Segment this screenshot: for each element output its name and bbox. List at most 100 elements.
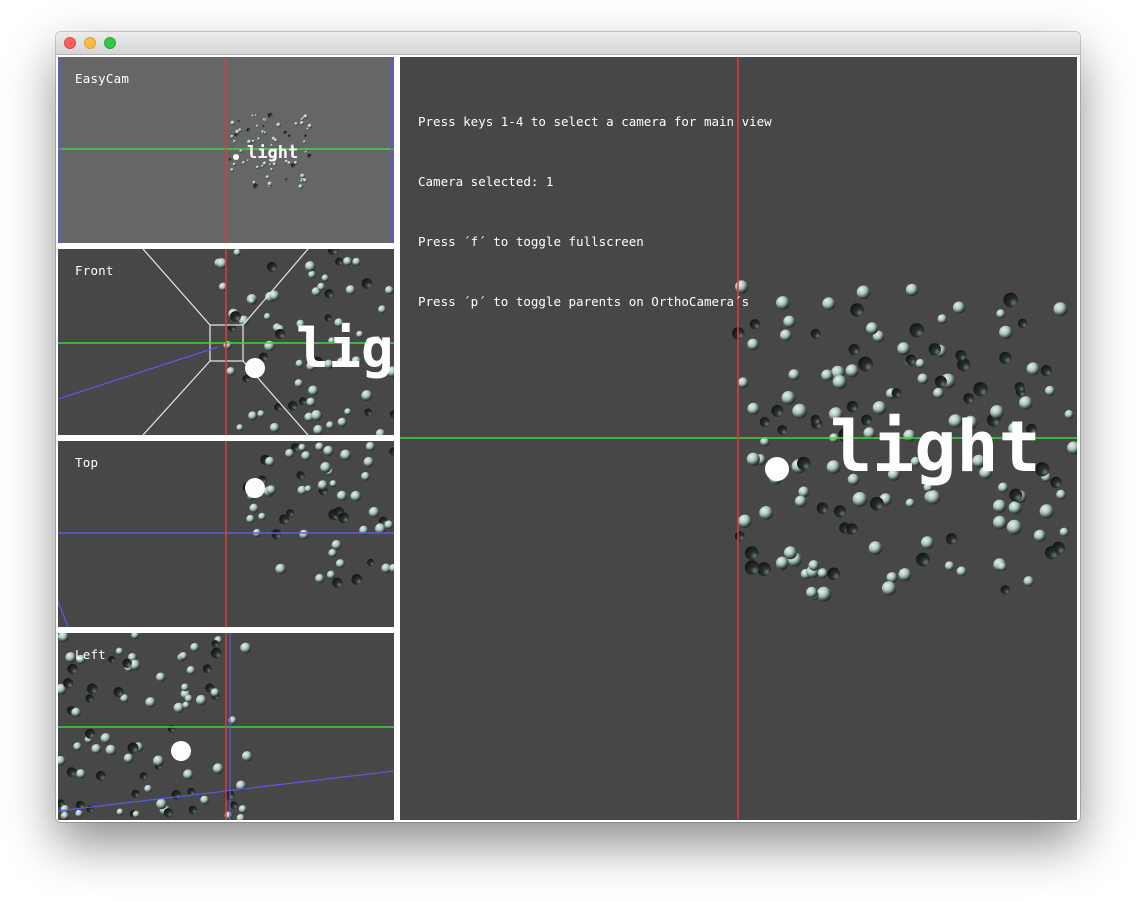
sphere	[131, 633, 140, 639]
sphere	[816, 502, 829, 514]
sphere	[303, 140, 306, 144]
sphere	[261, 130, 265, 134]
light-marker	[233, 154, 239, 160]
sphere	[285, 448, 295, 458]
sphere	[792, 403, 808, 419]
sphere	[328, 548, 337, 558]
sphere	[179, 652, 188, 661]
sphere	[378, 305, 387, 314]
sphere	[338, 512, 350, 524]
sphere	[236, 424, 244, 432]
sphere	[315, 442, 324, 451]
sphere	[326, 421, 334, 430]
sphere	[258, 512, 266, 521]
sphere	[921, 536, 934, 550]
sphere	[734, 531, 745, 541]
sphere	[999, 351, 1012, 364]
maximize-window-button[interactable]	[104, 37, 116, 49]
sphere	[344, 408, 352, 416]
sphere	[173, 702, 184, 713]
sphere	[345, 285, 356, 295]
sphere	[993, 499, 1007, 513]
main-viewport[interactable]: light Press keys 1-4 to select a camera …	[400, 57, 1077, 820]
sphere	[100, 733, 111, 744]
sphere	[275, 328, 286, 340]
sphere	[336, 490, 348, 501]
left-viewport[interactable]: Left	[58, 633, 394, 820]
sphere	[226, 367, 236, 376]
sphere	[944, 561, 955, 571]
sphere	[905, 283, 919, 297]
sphere	[323, 445, 334, 456]
sphere	[163, 808, 173, 818]
sphere	[123, 753, 134, 763]
sphere	[747, 402, 760, 415]
sphere	[265, 456, 275, 467]
sphere	[228, 158, 232, 161]
light-label: light	[247, 143, 298, 163]
sphere	[744, 546, 759, 560]
sphere	[233, 249, 241, 256]
title-bar[interactable]	[56, 32, 1080, 55]
sphere	[67, 663, 78, 675]
sphere	[822, 297, 836, 311]
sphere	[1000, 585, 1010, 595]
sphere	[320, 462, 331, 473]
sphere	[294, 122, 298, 126]
sphere	[324, 289, 334, 299]
sphere	[210, 688, 220, 697]
sphere	[776, 296, 790, 310]
light-label: light	[830, 406, 1041, 488]
sphere	[288, 134, 291, 138]
instructions-panel: Press keys 1-4 to select a camera for ma…	[418, 72, 772, 352]
sphere	[868, 541, 883, 555]
sphere	[845, 364, 859, 378]
light-marker	[765, 457, 789, 481]
sphere	[332, 577, 343, 588]
front-viewport[interactable]: light Front	[58, 249, 394, 435]
sphere	[95, 770, 106, 781]
easycam-viewport[interactable]: light EasyCam	[58, 57, 394, 243]
sphere	[139, 772, 148, 780]
sphere	[230, 134, 234, 139]
sphere	[321, 274, 329, 282]
sphere	[276, 122, 281, 128]
sphere	[63, 678, 74, 689]
sphere	[212, 763, 224, 774]
sphere	[350, 490, 362, 502]
sphere	[746, 452, 760, 466]
sphere	[236, 814, 245, 820]
sphere	[241, 751, 253, 762]
sphere	[1023, 576, 1034, 587]
sphere	[306, 127, 309, 130]
sphere	[85, 694, 94, 703]
sphere	[781, 391, 796, 405]
sphere	[340, 449, 351, 461]
sphere	[266, 485, 276, 495]
close-window-button[interactable]	[64, 37, 76, 49]
sphere	[788, 369, 800, 381]
sphere	[76, 769, 86, 779]
sphere	[1014, 382, 1025, 392]
minimize-window-button[interactable]	[84, 37, 96, 49]
top-viewport[interactable]: Top	[58, 441, 394, 627]
sphere	[898, 568, 912, 582]
sphere	[946, 533, 958, 545]
sphere	[58, 755, 66, 766]
sphere	[308, 270, 316, 279]
sphere	[254, 114, 257, 117]
sphere	[846, 523, 858, 535]
sphere	[808, 560, 820, 571]
sphere	[73, 742, 82, 751]
sphere	[1026, 362, 1040, 376]
sphere	[273, 138, 278, 143]
sphere	[870, 496, 884, 511]
light-marker	[245, 358, 265, 378]
sphere	[275, 563, 286, 575]
sphere	[963, 393, 974, 404]
sphere	[294, 379, 303, 388]
sphere	[365, 441, 375, 452]
sphere	[267, 181, 273, 187]
sphere	[144, 784, 152, 793]
sphere	[115, 647, 124, 655]
